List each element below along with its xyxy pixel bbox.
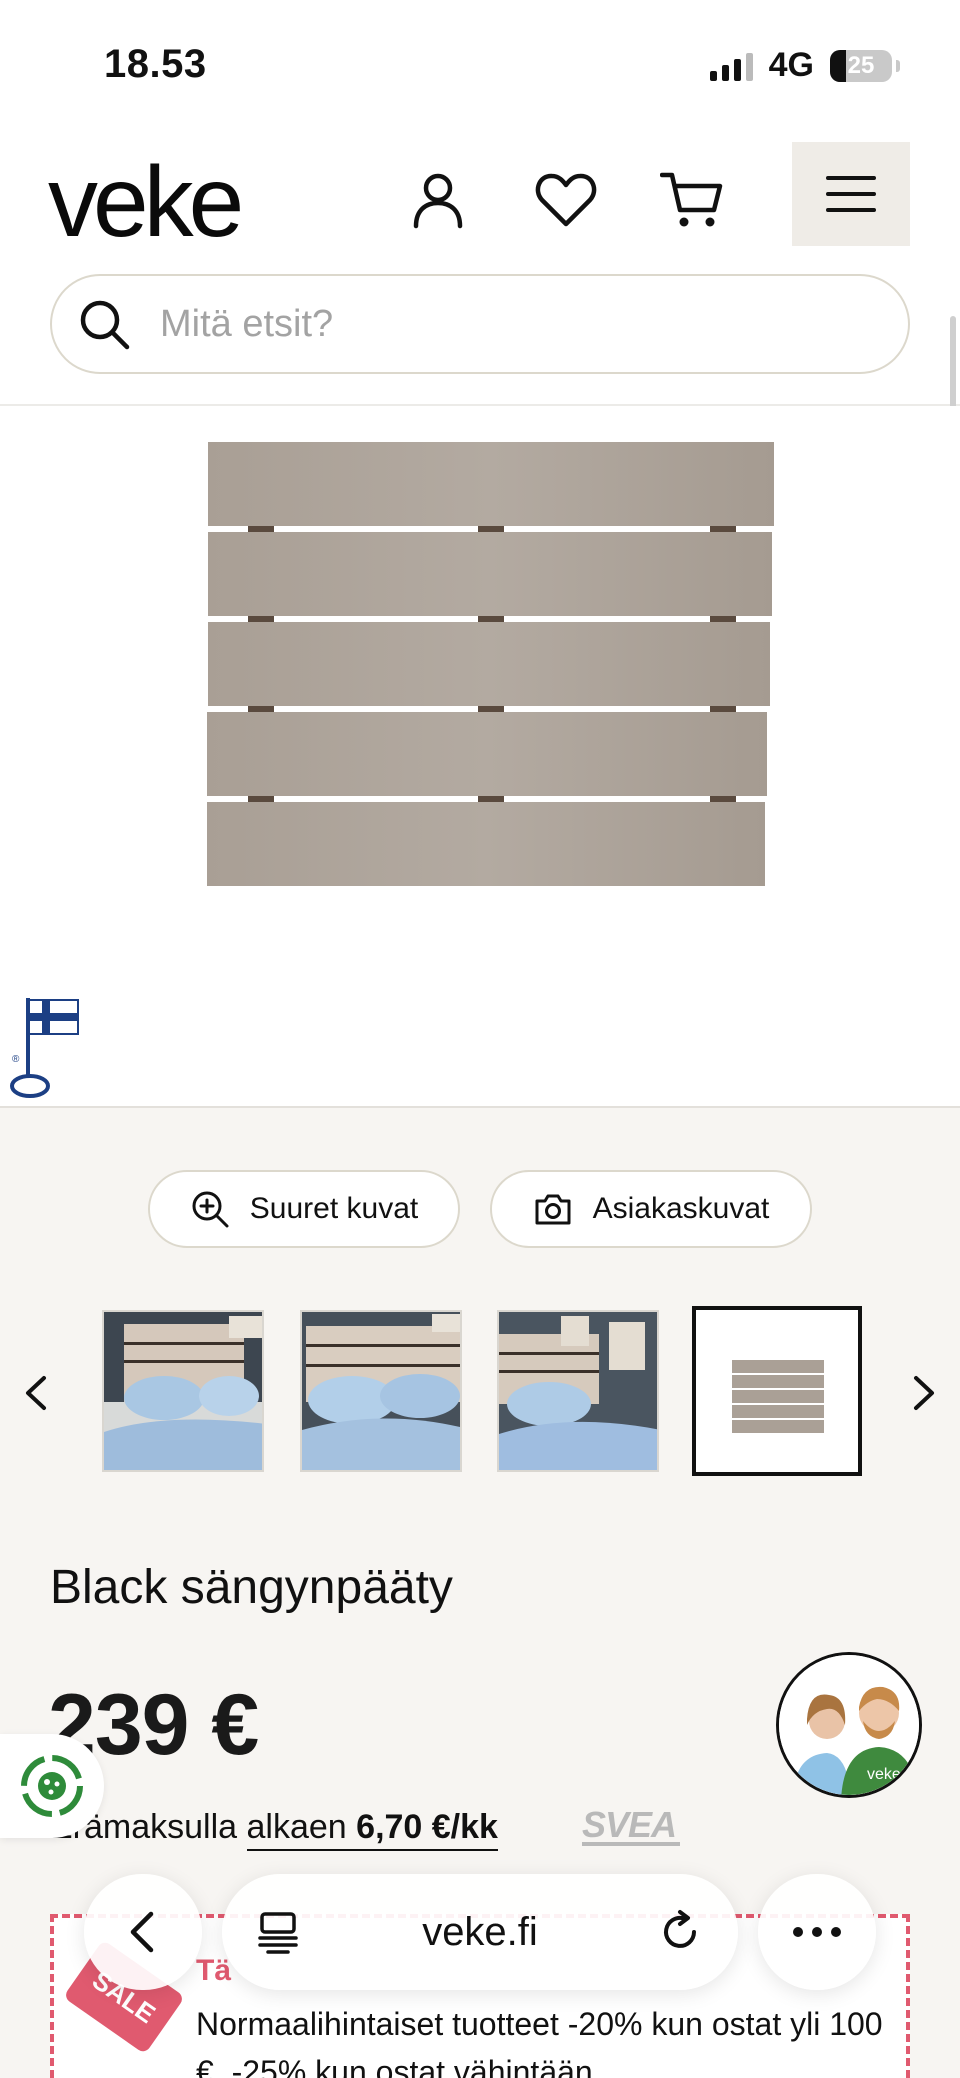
more-button[interactable] <box>758 1874 876 1990</box>
large-images-button[interactable]: Suuret kuvat <box>148 1170 460 1248</box>
eco-badge[interactable] <box>0 1734 104 1838</box>
product-title: Black sängynpääty <box>50 1561 453 1614</box>
camera-icon <box>535 1194 571 1225</box>
page: 18.53 4G 25 veke Mitä etsit? ® Suuret ku… <box>0 0 960 2078</box>
site-header: veke <box>0 130 960 496</box>
battery-level: 25 <box>847 51 875 79</box>
bedroom-photo-2 <box>302 1312 460 1470</box>
battery-icon: 25 <box>830 49 892 82</box>
menu-icon <box>826 176 876 212</box>
large-images-label: Suuret kuvat <box>249 1192 419 1225</box>
status-time: 18.53 <box>104 42 207 86</box>
search-icon <box>80 300 130 350</box>
cart-icon[interactable] <box>652 160 732 240</box>
thumbnail-3[interactable] <box>497 1310 659 1472</box>
finnish-flag-key-icon: ® <box>10 998 79 1098</box>
status-indicators: 4G 25 <box>709 46 900 85</box>
account-icon[interactable] <box>398 160 478 240</box>
bedroom-photo-3 <box>499 1312 657 1470</box>
customer-service-chat-button[interactable]: veke <box>776 1652 922 1798</box>
tabs-icon <box>258 1912 298 1954</box>
thumbnail-1[interactable] <box>102 1310 264 1472</box>
installment-amount: 6,70 €/kk <box>356 1808 498 1846</box>
menu-button[interactable] <box>792 142 910 246</box>
svea-logo-underline <box>582 1842 680 1846</box>
browser-toolbar: veke.fi <box>0 1870 960 2000</box>
veke-logo[interactable]: veke <box>48 152 244 252</box>
chevron-left-icon[interactable] <box>14 1370 60 1416</box>
more-icon <box>793 1927 841 1937</box>
search-bar[interactable] <box>50 274 910 374</box>
chat-badge-text: veke <box>867 1766 901 1783</box>
back-button[interactable] <box>84 1874 202 1990</box>
svea-logo: SVEA <box>582 1804 677 1845</box>
reload-icon[interactable] <box>656 1908 704 1956</box>
customer-images-button[interactable]: Asiakaskuvat <box>490 1170 812 1248</box>
network-label: 4G <box>768 46 814 84</box>
status-bar: 18.53 4G 25 <box>0 0 960 130</box>
zoom-icon <box>192 1191 229 1228</box>
eco-icon <box>21 1755 83 1817</box>
headboard-image <box>207 442 774 886</box>
thumbnail-2[interactable] <box>300 1310 462 1472</box>
search-input[interactable] <box>160 302 840 346</box>
battery-cap <box>896 59 900 72</box>
installment-link-label: alkaen <box>246 1808 357 1846</box>
product-image[interactable]: ® <box>0 406 960 1108</box>
chat-avatar: veke <box>779 1655 919 1795</box>
signal-icon <box>709 51 753 81</box>
installment-info: Erämaksulla alkaen 6,70 €/kk <box>50 1808 498 1851</box>
svg-text:®: ® <box>12 1054 20 1065</box>
thumbnail-4-selected[interactable] <box>692 1306 862 1476</box>
address-bar[interactable]: veke.fi <box>222 1874 738 1990</box>
installment-link[interactable]: alkaen 6,70 €/kk <box>246 1808 498 1851</box>
headboard-thumbnail <box>696 1310 858 1472</box>
back-icon <box>130 1911 154 1953</box>
bedroom-photo-1 <box>104 1312 262 1470</box>
heart-icon[interactable] <box>526 160 606 240</box>
sale-text: Normaalihintaiset tuotteet -20% kun osta… <box>196 2006 883 2078</box>
url-text: veke.fi <box>422 1909 538 1954</box>
customer-images-label: Asiakaskuvat <box>592 1192 770 1225</box>
chevron-right-icon[interactable] <box>900 1370 946 1416</box>
